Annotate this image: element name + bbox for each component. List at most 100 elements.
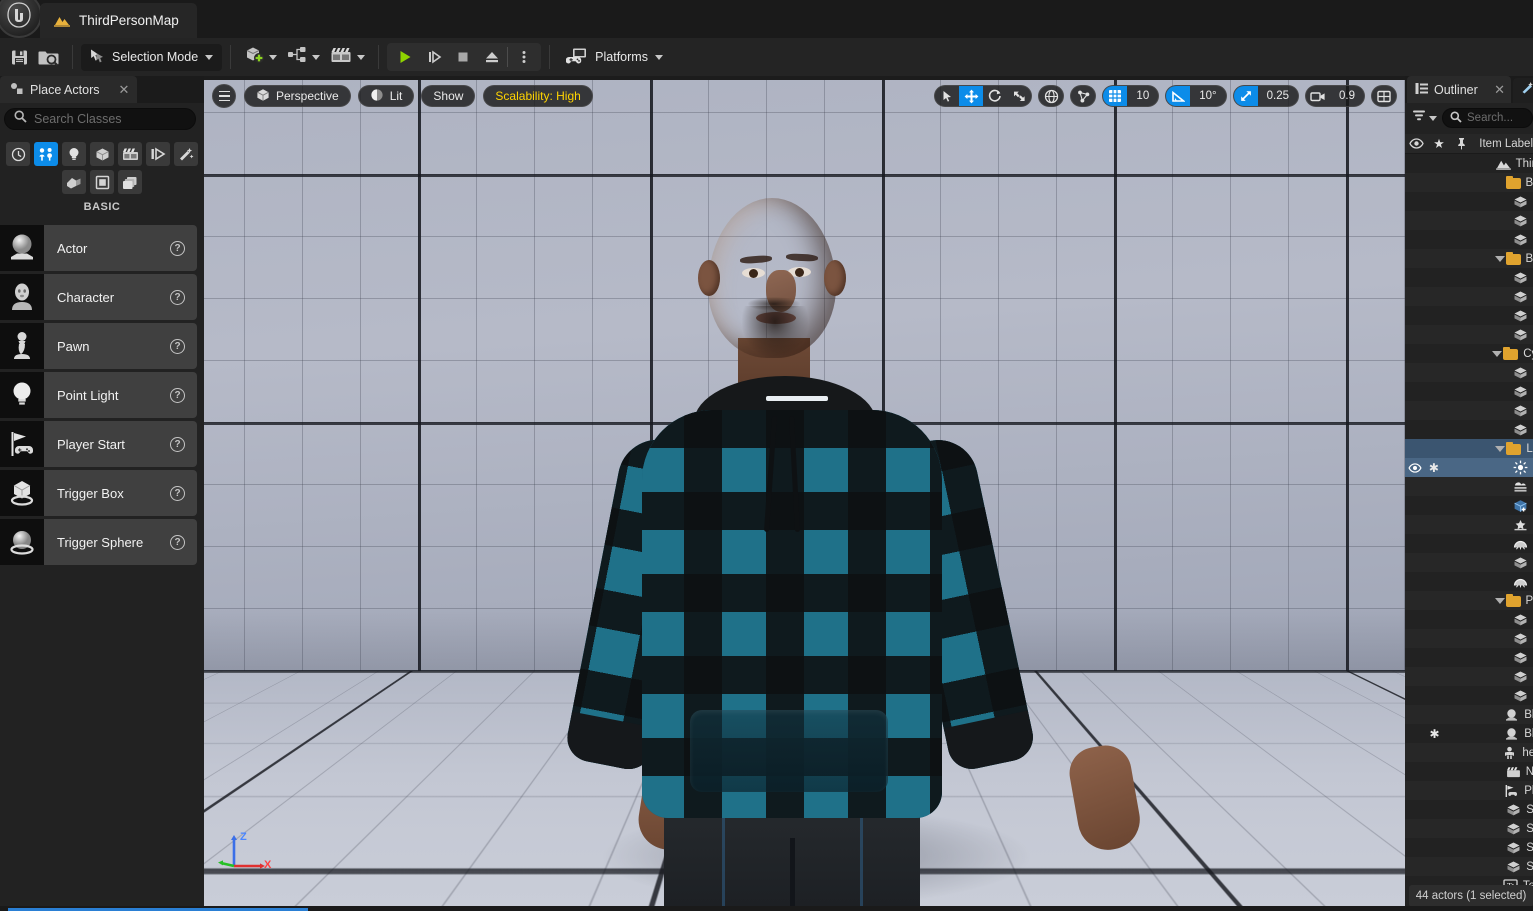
actor-item-trigger-box[interactable]: Trigger Box ? xyxy=(0,469,204,517)
move-tool-button[interactable] xyxy=(959,86,984,106)
pin-icon[interactable] xyxy=(1451,137,1474,150)
scalability-button[interactable]: Scalability: High xyxy=(483,85,593,107)
outliner-item-row[interactable] xyxy=(1405,268,1533,287)
outliner-item-row[interactable] xyxy=(1405,420,1533,439)
actor-item-pawn[interactable]: Pawn ? xyxy=(0,322,204,370)
outliner-search-input[interactable]: Search... xyxy=(1442,108,1533,128)
outliner-folder-row[interactable]: Li xyxy=(1405,439,1533,458)
help-icon[interactable]: ? xyxy=(170,289,185,305)
tab-details[interactable] xyxy=(1513,78,1533,103)
angle-snap-value[interactable]: 10° xyxy=(1190,86,1225,106)
category-visual-effects[interactable] xyxy=(146,142,170,166)
grid-snap-icon[interactable] xyxy=(1103,86,1128,106)
category-basic[interactable] xyxy=(34,142,58,166)
platforms-button[interactable]: Platforms xyxy=(558,43,671,71)
actor-item-player-start[interactable]: Player Start ? xyxy=(0,420,204,468)
outliner-item-row[interactable]: S xyxy=(1405,857,1533,876)
expand-collapse-arrow-icon[interactable] xyxy=(1492,350,1503,357)
surface-snap-icon[interactable] xyxy=(1071,86,1095,106)
expand-collapse-arrow-icon[interactable] xyxy=(1494,255,1505,262)
search-classes-input[interactable]: Search Classes xyxy=(4,108,196,130)
outliner-item-row[interactable]: ✱ xyxy=(1405,458,1533,477)
outliner-folder-row[interactable]: Cy xyxy=(1405,344,1533,363)
outliner-item-row[interactable]: ✱ Bl xyxy=(1405,724,1533,743)
outliner-item-row[interactable] xyxy=(1405,553,1533,572)
outliner-item-row[interactable] xyxy=(1405,610,1533,629)
globe-icon[interactable] xyxy=(1039,86,1063,106)
outliner-item-row[interactable]: he xyxy=(1405,743,1533,762)
perspective-button[interactable]: Perspective xyxy=(244,85,351,107)
show-menu-button[interactable]: Show xyxy=(421,85,476,107)
outliner-folder-row[interactable]: Pl xyxy=(1405,591,1533,610)
outliner-item-row[interactable]: Bl xyxy=(1405,705,1533,724)
outliner-item-row[interactable] xyxy=(1405,572,1533,591)
help-icon[interactable]: ? xyxy=(170,240,185,256)
third-person-character[interactable] xyxy=(466,198,1145,906)
category-volumes[interactable] xyxy=(174,142,198,166)
angle-snap-icon[interactable] xyxy=(1166,86,1191,106)
actor-item-character[interactable]: Character ? xyxy=(0,273,204,321)
camera-icon[interactable] xyxy=(1306,86,1330,106)
map-tab[interactable]: ThirdPersonMap xyxy=(40,3,197,38)
help-icon[interactable]: ? xyxy=(170,534,185,550)
outliner-item-row[interactable] xyxy=(1405,477,1533,496)
save-icon[interactable] xyxy=(4,43,34,71)
blueprints-button[interactable] xyxy=(282,43,325,71)
cinematics-button[interactable] xyxy=(325,43,370,71)
rotate-tool-button[interactable] xyxy=(983,86,1007,106)
help-icon[interactable]: ? xyxy=(170,436,185,452)
tab-outliner[interactable]: Outliner ✕ xyxy=(1407,76,1511,103)
browse-content-icon[interactable] xyxy=(34,43,64,71)
category-layers[interactable] xyxy=(118,170,142,194)
row-favorite-toggle[interactable]: ✱ xyxy=(1425,727,1445,741)
scale-tool-button[interactable] xyxy=(1007,86,1031,106)
actor-item-trigger-sphere[interactable]: Trigger Sphere ? xyxy=(0,518,204,566)
actor-item-actor[interactable]: Actor ? xyxy=(0,224,204,272)
outliner-item-row[interactable]: S xyxy=(1405,819,1533,838)
outliner-item-row[interactable] xyxy=(1405,363,1533,382)
play-button[interactable] xyxy=(390,44,419,70)
outliner-item-row[interactable] xyxy=(1405,686,1533,705)
category-all-classes[interactable] xyxy=(90,170,114,194)
outliner-item-row[interactable] xyxy=(1405,230,1533,249)
outliner-item-row[interactable]: S xyxy=(1405,800,1533,819)
expand-collapse-arrow-icon[interactable] xyxy=(1494,597,1505,604)
help-icon[interactable]: ? xyxy=(170,485,185,501)
select-tool-button[interactable] xyxy=(935,86,959,106)
outliner-item-row[interactable] xyxy=(1405,515,1533,534)
row-visibility-toggle[interactable] xyxy=(1405,462,1424,473)
camera-speed-value[interactable]: 0.9 xyxy=(1330,86,1364,106)
outliner-item-row[interactable] xyxy=(1405,629,1533,648)
outliner-item-row[interactable] xyxy=(1405,667,1533,686)
outliner-item-row[interactable] xyxy=(1405,382,1533,401)
stop-button[interactable] xyxy=(448,44,477,70)
close-icon[interactable]: ✕ xyxy=(1494,82,1505,98)
help-icon[interactable]: ? xyxy=(170,387,185,403)
unreal-engine-logo[interactable] xyxy=(0,0,42,38)
outliner-folder-row[interactable]: Bl xyxy=(1405,249,1533,268)
hamburger-menu-icon[interactable] xyxy=(212,84,236,108)
eye-icon[interactable] xyxy=(1405,138,1428,149)
help-icon[interactable]: ? xyxy=(170,338,185,354)
outliner-item-row[interactable] xyxy=(1405,325,1533,344)
category-geometry[interactable] xyxy=(62,170,86,194)
actor-item-point-light[interactable]: Point Light ? xyxy=(0,371,204,419)
outliner-item-row[interactable] xyxy=(1405,306,1533,325)
outliner-item-row[interactable] xyxy=(1405,401,1533,420)
play-options-button[interactable] xyxy=(509,44,538,70)
level-viewport[interactable]: Perspective Lit Show Scalability: High 1… xyxy=(204,80,1405,906)
row-favorite-toggle[interactable]: ✱ xyxy=(1424,461,1443,475)
tab-place-actors[interactable]: Place Actors ✕ xyxy=(0,76,138,103)
outliner-item-row[interactable] xyxy=(1405,192,1533,211)
category-recently-placed[interactable] xyxy=(6,142,30,166)
expand-collapse-arrow-icon[interactable] xyxy=(1495,445,1506,452)
outliner-item-row[interactable]: Pl xyxy=(1405,781,1533,800)
skip-button[interactable] xyxy=(419,44,448,70)
category-lights[interactable] xyxy=(62,142,86,166)
eject-button[interactable] xyxy=(477,44,506,70)
star-icon[interactable] xyxy=(1428,138,1451,150)
outliner-filter-button[interactable] xyxy=(1407,109,1437,127)
outliner-item-row[interactable]: S xyxy=(1405,838,1533,857)
outliner-folder-row[interactable]: Bl xyxy=(1405,173,1533,192)
category-shapes[interactable] xyxy=(90,142,114,166)
